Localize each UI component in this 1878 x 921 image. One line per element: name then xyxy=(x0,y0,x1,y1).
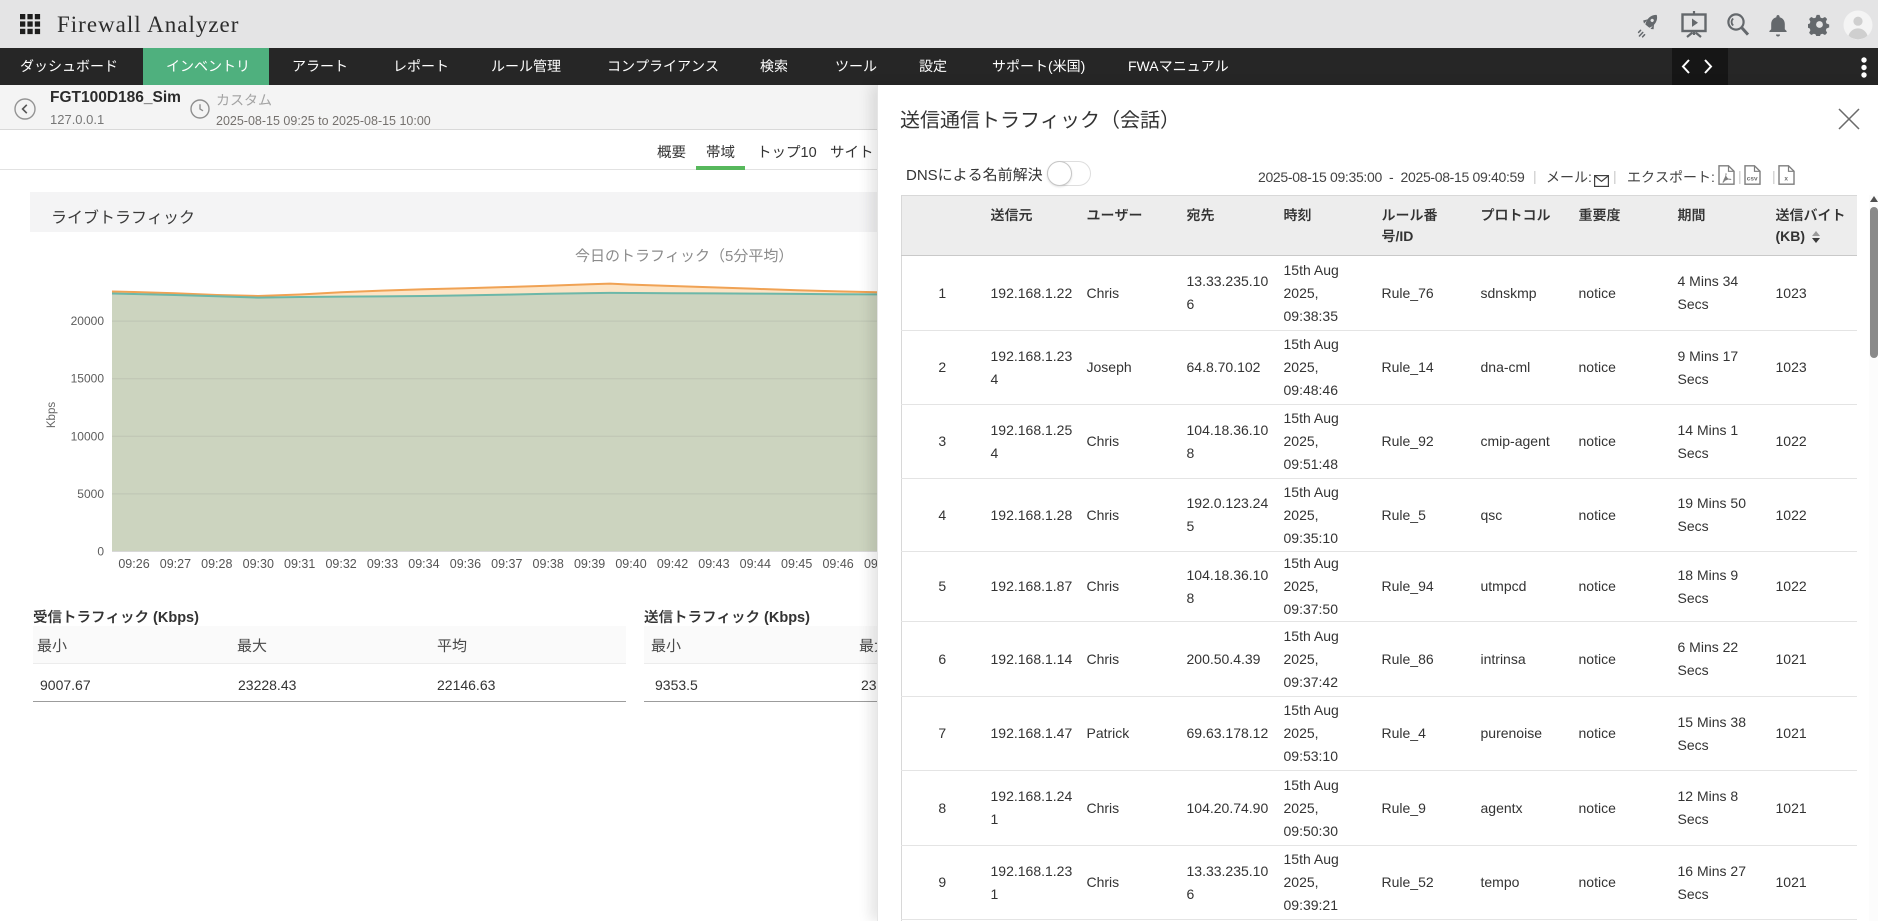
svg-text:09:45: 09:45 xyxy=(781,553,812,572)
svg-text:csv: csv xyxy=(1747,176,1758,183)
svg-text:09:43: 09:43 xyxy=(698,553,729,572)
svg-text:5000: 5000 xyxy=(77,485,104,502)
svg-text:0: 0 xyxy=(97,543,104,560)
svg-text:09:39: 09:39 xyxy=(574,553,605,572)
svg-text:09:28: 09:28 xyxy=(201,553,232,572)
svg-text:09:32: 09:32 xyxy=(325,553,356,572)
svg-text:x: x xyxy=(1784,176,1788,183)
svg-text:09:37: 09:37 xyxy=(491,553,522,572)
svg-text:09:36: 09:36 xyxy=(450,553,481,572)
svg-text:09:40: 09:40 xyxy=(615,553,646,572)
svg-text:09:44: 09:44 xyxy=(740,553,771,572)
svg-text:09:31: 09:31 xyxy=(284,553,315,572)
svg-text:09:30: 09:30 xyxy=(243,553,274,572)
svg-text:09:27: 09:27 xyxy=(160,553,191,572)
svg-text:09:34: 09:34 xyxy=(408,553,439,572)
svg-text:10000: 10000 xyxy=(71,427,105,444)
svg-text:09:38: 09:38 xyxy=(533,553,564,572)
svg-text:09:42: 09:42 xyxy=(657,553,688,572)
svg-text:Kbps: Kbps xyxy=(43,402,59,428)
svg-text:20000: 20000 xyxy=(71,312,105,329)
svg-text:15000: 15000 xyxy=(71,370,105,387)
svg-text:09:46: 09:46 xyxy=(822,553,853,572)
svg-text:09:33: 09:33 xyxy=(367,553,398,572)
svg-text:09:26: 09:26 xyxy=(118,553,149,572)
